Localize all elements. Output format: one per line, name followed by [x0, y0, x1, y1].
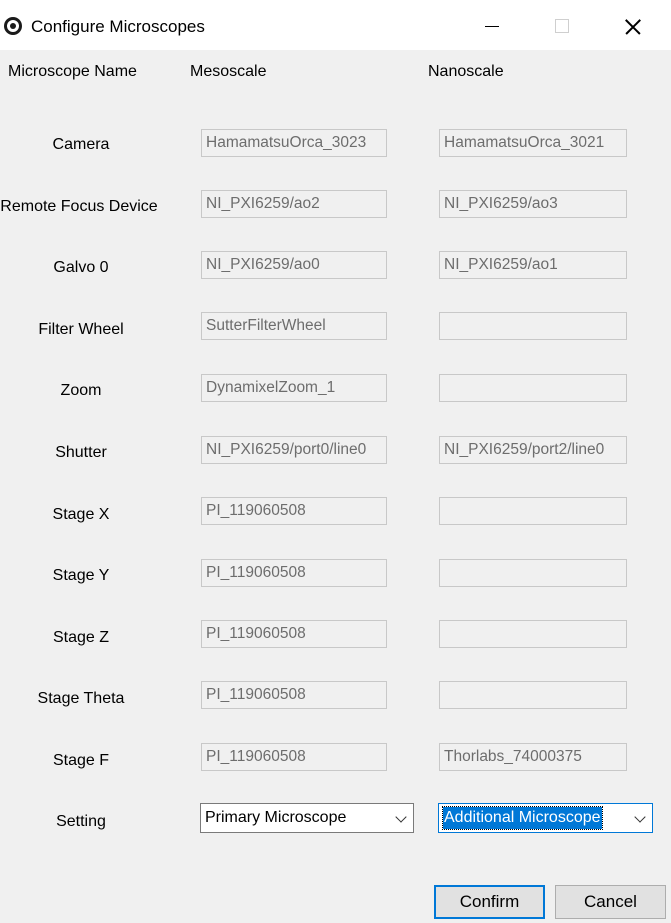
row-label-stage-f: Stage F [52, 752, 110, 769]
shutter-mesoscale-field[interactable]: NI_PXI6259/port0/line0 [201, 436, 387, 464]
zoom-nanoscale-field[interactable] [439, 374, 627, 402]
row-label-setting: Setting [56, 813, 106, 830]
row-label-camera: Camera [52, 136, 110, 153]
mesoscale-setting-value: Primary Microscope [205, 809, 347, 826]
app-icon [4, 17, 22, 35]
confirm-button[interactable]: Confirm [434, 885, 545, 919]
stage-y-mesoscale-field[interactable]: PI_119060508 [201, 559, 387, 587]
stage-z-nanoscale-field[interactable] [439, 620, 627, 648]
stage-x-mesoscale-field[interactable]: PI_119060508 [201, 497, 387, 525]
row-label-stage-theta: Stage Theta [37, 690, 125, 707]
close-button[interactable] [599, 0, 667, 50]
chevron-down-icon [634, 811, 646, 823]
filter-wheel-nanoscale-field[interactable] [439, 312, 627, 340]
zoom-mesoscale-field[interactable]: DynamixelZoom_1 [201, 374, 387, 402]
title-bar: Configure Microscopes [0, 0, 671, 50]
row-label-stage-y: Stage Y [52, 567, 110, 584]
camera-mesoscale-field[interactable]: HamamatsuOrca_3023 [201, 129, 387, 157]
stage-theta-mesoscale-field[interactable]: PI_119060508 [201, 681, 387, 709]
cancel-button[interactable]: Cancel [555, 885, 666, 919]
stage-f-nanoscale-field[interactable]: Thorlabs_74000375 [439, 743, 627, 771]
chevron-down-icon [395, 811, 407, 823]
row-label-remote-focus-device: Remote Focus Device [0, 198, 158, 215]
galvo0-nanoscale-field[interactable]: NI_PXI6259/ao1 [439, 251, 627, 279]
remote-focus-mesoscale-field[interactable]: NI_PXI6259/ao2 [201, 190, 387, 218]
shutter-nanoscale-field[interactable]: NI_PXI6259/port2/line0 [439, 436, 627, 464]
window-title: Configure Microscopes [31, 17, 205, 36]
row-label-filter-wheel: Filter Wheel [38, 321, 124, 338]
mesoscale-setting-select[interactable]: Primary Microscope [200, 803, 414, 833]
stage-z-mesoscale-field[interactable]: PI_119060508 [201, 620, 387, 648]
header-nanoscale: Nanoscale [428, 63, 504, 80]
row-label-galvo-0: Galvo 0 [53, 259, 109, 276]
stage-x-nanoscale-field[interactable] [439, 497, 627, 525]
stage-y-nanoscale-field[interactable] [439, 559, 627, 587]
remote-focus-nanoscale-field[interactable]: NI_PXI6259/ao3 [439, 190, 627, 218]
header-microscope-name: Microscope Name [8, 63, 137, 80]
nanoscale-setting-value: Additional Microscope [442, 806, 603, 830]
maximize-button[interactable] [527, 0, 595, 50]
row-label-stage-z: Stage Z [52, 629, 110, 646]
header-mesoscale: Mesoscale [190, 63, 267, 80]
filter-wheel-mesoscale-field[interactable]: SutterFilterWheel [201, 312, 387, 340]
row-label-shutter: Shutter [55, 444, 107, 461]
minimize-button[interactable] [459, 0, 527, 50]
row-label-stage-x: Stage X [52, 506, 110, 523]
row-label-zoom: Zoom [60, 382, 102, 399]
galvo0-mesoscale-field[interactable]: NI_PXI6259/ao0 [201, 251, 387, 279]
nanoscale-setting-select[interactable]: Additional Microscope [438, 803, 653, 833]
camera-nanoscale-field[interactable]: HamamatsuOrca_3021 [439, 129, 627, 157]
stage-f-mesoscale-field[interactable]: PI_119060508 [201, 743, 387, 771]
stage-theta-nanoscale-field[interactable] [439, 681, 627, 709]
